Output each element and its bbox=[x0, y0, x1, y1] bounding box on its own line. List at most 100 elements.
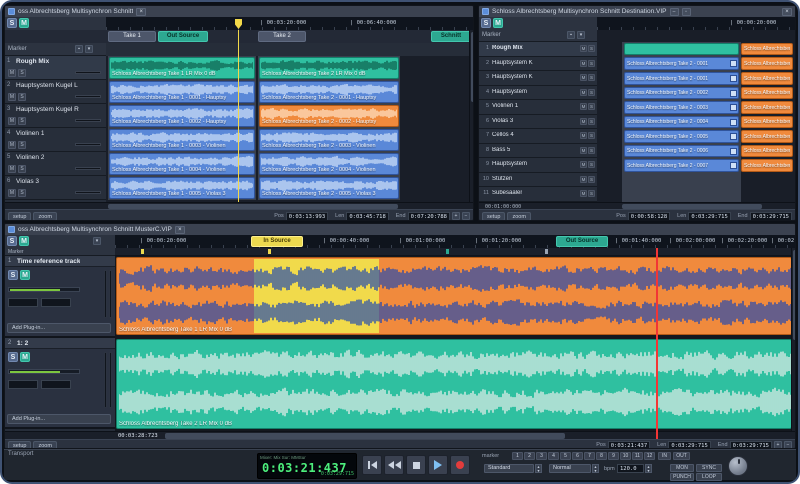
audio-clip[interactable]: Schloss Albrechtsberg Take 2 LR Mix 0 dB bbox=[259, 57, 399, 79]
track-row[interactable]: 10 Stützen MS bbox=[479, 173, 597, 188]
audio-clip[interactable]: Schloss Albrechtsberg Take 1 - 0002 - Ha… bbox=[109, 105, 255, 127]
track-mute-button[interactable]: M bbox=[580, 118, 587, 125]
clip-fx-icon[interactable] bbox=[730, 148, 737, 155]
scrollbar-thumb[interactable] bbox=[471, 32, 474, 102]
go-to-start-button[interactable] bbox=[362, 455, 382, 475]
ruler-options-icon[interactable]: ▾ bbox=[93, 237, 101, 245]
marker-button-2[interactable]: 2 bbox=[524, 452, 535, 460]
track-row[interactable]: 4 Violinen 1 M S bbox=[5, 128, 106, 152]
down-arrow-icon[interactable]: ▼ bbox=[536, 469, 541, 473]
track-panel[interactable]: 2 1: 2 S M Add Plug-in... bbox=[5, 338, 115, 429]
track-mute-button[interactable]: M bbox=[580, 74, 587, 81]
track-mute-button[interactable]: M bbox=[8, 189, 16, 197]
marker-button-12[interactable]: 12 bbox=[644, 452, 655, 460]
track-row[interactable]: 7 Cellos 4 MS bbox=[479, 129, 597, 144]
audio-clip[interactable]: Schloss Albrechtsberg Take 2 - 0003 - Vi… bbox=[259, 129, 399, 151]
len-value[interactable]: 0:03:45:718 bbox=[346, 212, 388, 221]
track-solo-button[interactable]: S bbox=[18, 189, 26, 197]
marker-menu-icon[interactable]: ▪ bbox=[75, 45, 83, 53]
pan-value[interactable] bbox=[41, 298, 71, 307]
tab-take-2[interactable]: Take 2 bbox=[258, 31, 306, 42]
zoom-out-icon[interactable]: − bbox=[784, 441, 792, 449]
marker-button-4[interactable]: 4 bbox=[548, 452, 559, 460]
track-mute-button[interactable]: M bbox=[580, 60, 587, 67]
speed-spinner[interactable]: ▲▼ bbox=[592, 464, 599, 473]
loop-toggle[interactable]: LOOP bbox=[696, 473, 722, 481]
track-row[interactable]: 3 Hauptsystem K MS bbox=[479, 71, 597, 86]
marker-flag[interactable] bbox=[545, 249, 548, 254]
pan-value[interactable] bbox=[41, 380, 71, 389]
muster-titlebar[interactable]: oss Albrechtsberg Multisynchron Schnitt … bbox=[5, 224, 795, 235]
track-row[interactable]: 5 Violinen 2 M S bbox=[5, 152, 106, 176]
zoom-button[interactable]: zoom bbox=[33, 212, 56, 221]
track-solo-button[interactable]: S bbox=[18, 117, 26, 125]
minimize-icon[interactable]: – bbox=[670, 8, 679, 16]
source-timeline-ruler[interactable]: | 00:03:20:000 | 00:06:40:000 bbox=[106, 17, 474, 30]
track-row[interactable]: 4 Hauptsystem MS bbox=[479, 86, 597, 101]
audio-clip[interactable]: Schloss Albrechtsberg Take 1 - 0001 - Ha… bbox=[109, 81, 255, 103]
track-solo-button[interactable]: S bbox=[588, 118, 595, 125]
track-buttons[interactable]: MS bbox=[580, 118, 595, 125]
len-value[interactable]: 0:03:29:715 bbox=[668, 441, 710, 450]
mute-button[interactable]: M bbox=[19, 236, 29, 246]
track-row[interactable]: 11 Subesaaler MS bbox=[479, 187, 597, 202]
speed-select[interactable]: Normal bbox=[549, 464, 591, 473]
marker-button-8[interactable]: 8 bbox=[596, 452, 607, 460]
marker-button-11[interactable]: 11 bbox=[632, 452, 643, 460]
track-mute-button[interactable]: M bbox=[8, 93, 16, 101]
audio-clip[interactable]: Schloss Albrechtsberg Take 2 - 0001 - Ha… bbox=[259, 81, 399, 103]
mute-button[interactable]: M bbox=[493, 18, 503, 28]
audio-clip[interactable]: Schloss Albrechtsberg Take 2 - 0005 - Vi… bbox=[259, 177, 399, 199]
audio-clip[interactable]: Schloss Albrechtsberg bbox=[741, 116, 793, 129]
add-plugin-button[interactable]: Add Plug-in... bbox=[7, 323, 111, 333]
maximize-icon[interactable]: ▫ bbox=[682, 8, 691, 16]
track-solo-button[interactable]: S bbox=[588, 147, 595, 154]
bpm-value[interactable]: 120.0 bbox=[617, 464, 644, 473]
close-icon[interactable]: × bbox=[175, 226, 185, 234]
track-solo-button[interactable]: S bbox=[588, 45, 595, 52]
track-panel[interactable]: 1 Time reference track S M Add Plug-in..… bbox=[5, 256, 115, 338]
marker-button-1[interactable]: 1 bbox=[512, 452, 523, 460]
track-mute-button[interactable]: M bbox=[580, 45, 587, 52]
audio-clip[interactable]: Schloss Albrechtsberg Take 2 - 0007 bbox=[624, 159, 739, 172]
track-solo-button[interactable]: S bbox=[18, 69, 26, 77]
volume-slider[interactable] bbox=[8, 287, 80, 292]
end-value[interactable]: 0:03:29:715 bbox=[750, 212, 792, 221]
playhead-marker[interactable] bbox=[235, 19, 242, 29]
track-buttons[interactable]: MS bbox=[580, 190, 595, 197]
clip-fx-icon[interactable] bbox=[730, 90, 737, 97]
audio-clip[interactable]: Schloss Albrechtsberg Take 2 - 0003 bbox=[624, 101, 739, 114]
clip-fx-icon[interactable] bbox=[730, 60, 737, 67]
source-titlebar[interactable]: oss Albrechtsberg Multisynchron Schnitt … bbox=[5, 6, 473, 17]
schnitt-button[interactable]: Schnitt bbox=[431, 31, 471, 42]
level-knob[interactable] bbox=[728, 456, 748, 476]
audio-clip[interactable]: Schloss Albrechtsberg Take 2 - 0004 bbox=[624, 116, 739, 129]
track-solo-button[interactable]: S bbox=[8, 270, 18, 280]
close-icon[interactable]: × bbox=[782, 8, 792, 16]
scrollbar-thumb[interactable] bbox=[793, 250, 796, 340]
marker-menu-icon[interactable]: ▪ bbox=[567, 31, 575, 39]
track-solo-button[interactable]: S bbox=[588, 89, 595, 96]
horizontal-scrollbar[interactable]: 00:01:00:000 bbox=[479, 202, 795, 209]
audio-clip[interactable]: Schloss Albrechtsberg bbox=[741, 145, 793, 158]
audio-clip[interactable] bbox=[624, 43, 739, 55]
play-button[interactable] bbox=[428, 455, 448, 475]
track-buttons[interactable]: MS bbox=[580, 89, 595, 96]
track-row[interactable]: 6 Violas 3 MS bbox=[479, 115, 597, 130]
marker-lane[interactable] bbox=[115, 248, 796, 256]
track-buttons[interactable]: MS bbox=[580, 74, 595, 81]
marker-button-9[interactable]: 9 bbox=[608, 452, 619, 460]
punch-toggle[interactable]: PUNCH bbox=[670, 473, 694, 481]
track-buttons[interactable]: MS bbox=[580, 161, 595, 168]
track-row[interactable]: 8 Bass 5 MS bbox=[479, 144, 597, 159]
out-source-button[interactable]: Out Source bbox=[556, 236, 608, 247]
track-solo-button[interactable]: S bbox=[588, 176, 595, 183]
track-buttons[interactable]: MS bbox=[580, 60, 595, 67]
track-row[interactable]: 5 Violinen 1 MS bbox=[479, 100, 597, 115]
marker-dropdown-icon[interactable]: ▾ bbox=[577, 31, 585, 39]
marker-button-7[interactable]: 7 bbox=[584, 452, 595, 460]
solo-button[interactable]: S bbox=[481, 18, 491, 28]
setup-button[interactable]: setup bbox=[8, 441, 31, 450]
zoom-out-icon[interactable]: − bbox=[462, 212, 470, 220]
sync-toggle[interactable]: SYNC bbox=[696, 464, 722, 472]
